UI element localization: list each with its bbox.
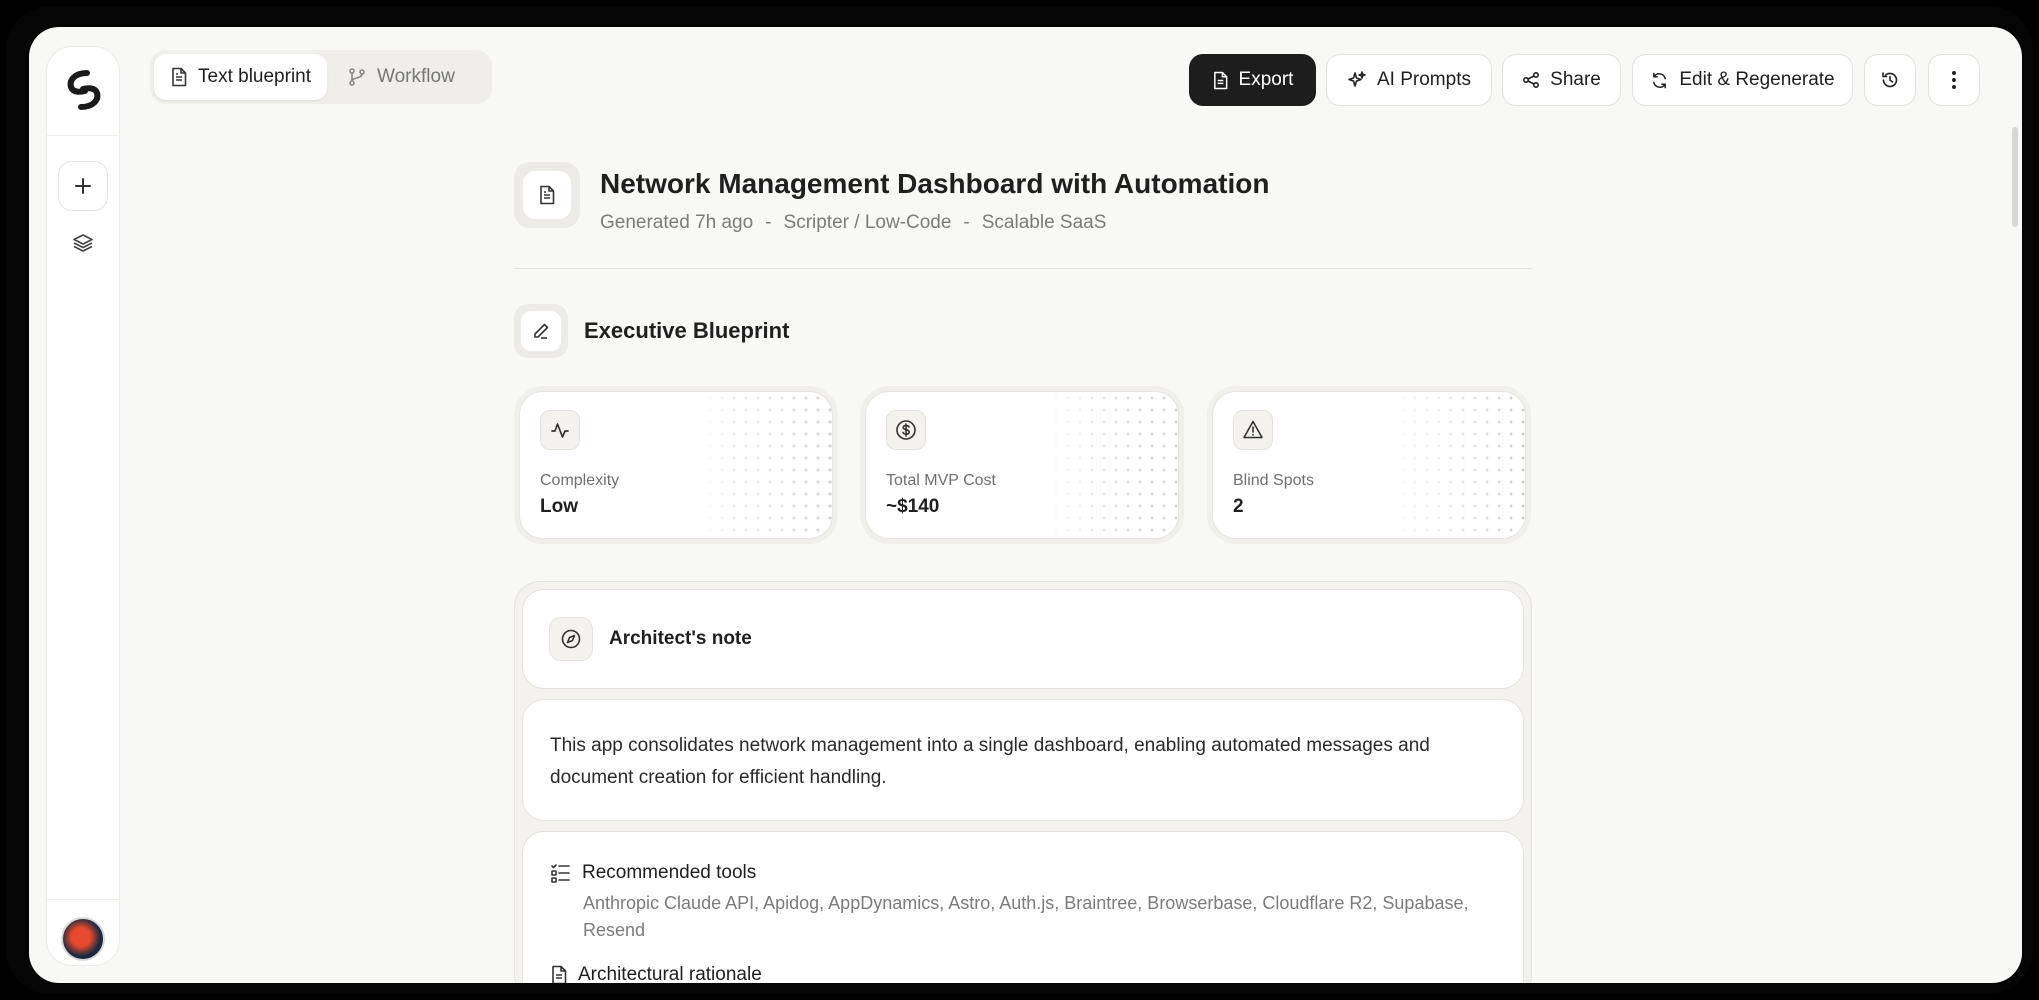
brand-logo-icon[interactable] (61, 67, 107, 113)
architectural-rationale-heading: Architectural rationale (550, 964, 1496, 983)
share-label: Share (1550, 69, 1601, 90)
edit-regenerate-label: Edit & Regenerate (1679, 69, 1835, 90)
document-badge (514, 162, 580, 228)
stat-value: Low (540, 496, 578, 517)
pencil-icon (532, 322, 550, 340)
sidebar (46, 46, 121, 966)
tab-workflow[interactable]: Workflow (331, 54, 471, 100)
recommended-tools-title: Recommended tools (582, 862, 757, 883)
user-avatar[interactable] (61, 917, 105, 961)
executive-blueprint-header: Executive Blueprint (514, 303, 789, 359)
sidebar-divider (47, 899, 121, 900)
tab-label: Workflow (377, 66, 455, 87)
app-screen: Text blueprint Workflow Export AI Prompt… (29, 27, 2022, 983)
stat-card-complexity: Complexity Low (519, 391, 833, 539)
tab-label: Text blueprint (198, 66, 312, 87)
meta-separator: - (963, 212, 970, 233)
header-divider (514, 268, 1532, 269)
meta-generated: Generated 7h ago (600, 212, 754, 233)
list-checks-icon (550, 863, 572, 883)
share-icon (1522, 71, 1540, 89)
architect-note-text: This app consolidates network management… (550, 735, 1430, 788)
stat-card-mvp-cost: Total MVP Cost ~$140 (865, 391, 1179, 539)
stat-label: Complexity (540, 472, 620, 489)
sidebar-divider (47, 135, 121, 136)
sparkles-icon (1347, 70, 1367, 90)
ai-prompts-label: AI Prompts (1377, 69, 1471, 90)
document-meta: Generated 7h ago - Scripter / Low-Code -… (600, 212, 1106, 234)
section-title: Executive Blueprint (584, 318, 790, 343)
architect-note-header[interactable]: Architect's note (522, 589, 1524, 689)
architect-note-body: This app consolidates network management… (522, 699, 1524, 821)
tools-card: Recommended tools Anthropic Claude API, … (522, 831, 1524, 983)
meta-separator: - (765, 212, 772, 233)
export-label: Export (1238, 69, 1294, 90)
section-badge (514, 304, 568, 358)
warning-triangle-icon (1233, 410, 1273, 450)
document-icon (1212, 71, 1229, 90)
compass-icon (549, 617, 593, 661)
edit-regenerate-button[interactable]: Edit & Regenerate (1632, 54, 1853, 106)
git-branch-icon (347, 67, 367, 87)
layers-icon (72, 232, 94, 254)
history-button[interactable] (1864, 54, 1916, 106)
more-options-button[interactable] (1928, 54, 1980, 106)
history-icon (1880, 70, 1900, 90)
ai-prompts-button[interactable]: AI Prompts (1326, 54, 1492, 106)
stat-card-blind-spots: Blind Spots 2 (1212, 391, 1526, 539)
dollar-circle-icon (886, 410, 926, 450)
new-blueprint-button[interactable] (58, 161, 108, 211)
stat-value: ~$140 (886, 496, 940, 517)
view-switcher: Text blueprint Workflow (150, 50, 492, 104)
export-button[interactable]: Export (1189, 54, 1316, 106)
more-vertical-icon (1951, 70, 1957, 90)
dot-pattern (1385, 392, 1525, 538)
layers-button[interactable] (63, 223, 103, 263)
architectural-rationale-title: Architectural rationale (578, 964, 762, 983)
stat-value: 2 (1233, 496, 1244, 517)
recommended-tools-list: Anthropic Claude API, Apidog, AppDynamic… (583, 893, 1469, 940)
meta-scale: Scalable SaaS (981, 212, 1107, 233)
dot-pattern (1038, 392, 1178, 538)
document-icon (170, 67, 188, 87)
architect-note-title: Architect's note (609, 628, 752, 649)
document-icon (538, 185, 556, 205)
tab-text-blueprint[interactable]: Text blueprint (154, 54, 328, 100)
activity-icon (540, 410, 580, 450)
refresh-icon (1650, 71, 1669, 90)
page-title: Network Management Dashboard with Automa… (600, 168, 1270, 199)
document-icon (550, 965, 568, 983)
device-frame: Text blueprint Workflow Export AI Prompt… (6, 6, 2033, 994)
stat-label: Total MVP Cost (886, 472, 996, 489)
meta-persona: Scripter / Low-Code (783, 212, 952, 233)
plus-icon (73, 176, 93, 196)
dot-pattern (692, 392, 832, 538)
share-button[interactable]: Share (1502, 54, 1621, 106)
recommended-tools-heading: Recommended tools (550, 862, 1496, 884)
stat-label: Blind Spots (1233, 472, 1314, 489)
architect-note-panel: Architect's note This app consolidates n… (514, 581, 1532, 983)
scrollbar[interactable] (2012, 127, 2018, 227)
